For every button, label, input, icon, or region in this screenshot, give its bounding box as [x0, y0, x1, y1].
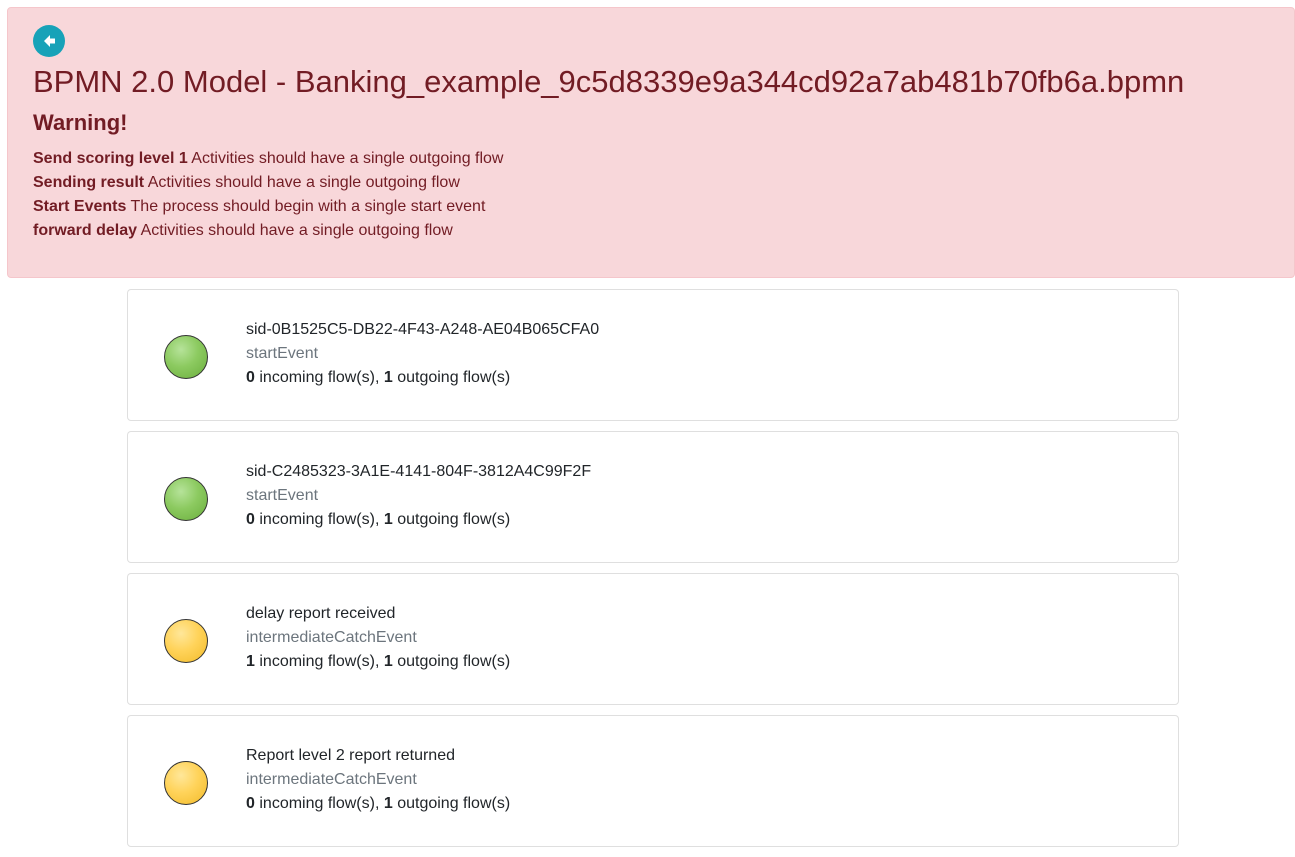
warning-message: Activities should have a single outgoing… [140, 222, 453, 239]
warning-item: Send scoring level 1 Activities should h… [33, 147, 1294, 171]
element-card: delay report received intermediateCatchE… [127, 573, 1179, 705]
warning-subject: forward delay [33, 222, 138, 239]
warning-heading: Warning! [33, 110, 128, 135]
element-name: Report level 2 report returned [246, 747, 455, 764]
outgoing-count: 1 [383, 369, 393, 386]
back-button[interactable] [33, 25, 65, 57]
outgoing-count: 1 [383, 795, 393, 812]
element-type: startEvent [246, 345, 319, 362]
arrow-left-icon [44, 35, 55, 47]
warning-item: Start Events The process should begin wi… [33, 195, 1294, 219]
incoming-count: 1 [246, 653, 255, 670]
incoming-count: 0 [246, 511, 255, 528]
element-list: sid-0B1525C5-DB22-4F43-A248-AE04B065CFA0… [127, 289, 1179, 857]
incoming-label: incoming flow(s), [259, 653, 380, 670]
element-details: sid-0B1525C5-DB22-4F43-A248-AE04B065CFA0… [246, 318, 599, 390]
incoming-label: incoming flow(s), [259, 511, 380, 528]
element-details: sid-C2485323-3A1E-4141-804F-3812A4C99F2F… [246, 460, 591, 532]
incoming-count: 0 [246, 795, 255, 812]
warning-subject: Start Events [33, 198, 127, 215]
element-flows: 0 incoming flow(s), 1 outgoing flow(s) [246, 366, 599, 390]
warning-item: forward delay Activities should have a s… [33, 219, 1294, 243]
element-details: delay report received intermediateCatchE… [246, 602, 510, 674]
warning-subject: Sending result [33, 174, 145, 191]
start-event-icon [164, 477, 208, 521]
element-type: intermediateCatchEvent [246, 771, 417, 788]
warning-message: Activities should have a single outgoing… [147, 174, 460, 191]
warning-message: Activities should have a single outgoing… [191, 150, 504, 167]
warning-item: Sending result Activities should have a … [33, 171, 1294, 195]
outgoing-count: 1 [383, 511, 393, 528]
element-card: Report level 2 report returned intermedi… [127, 715, 1179, 847]
element-type: startEvent [246, 487, 319, 504]
intermediate-event-icon [164, 761, 208, 805]
incoming-label: incoming flow(s), [259, 795, 380, 812]
warning-subject: Send scoring level 1 [33, 150, 188, 167]
element-name: delay report received [246, 605, 396, 622]
outgoing-label: outgoing flow(s) [397, 511, 511, 528]
outgoing-label: outgoing flow(s) [397, 369, 511, 386]
outgoing-label: outgoing flow(s) [397, 795, 511, 812]
element-flows: 0 incoming flow(s), 1 outgoing flow(s) [246, 508, 591, 532]
outgoing-count: 1 [383, 653, 393, 670]
warning-list: Send scoring level 1 Activities should h… [33, 147, 1294, 243]
incoming-label: incoming flow(s), [259, 369, 380, 386]
warning-message: The process should begin with a single s… [130, 198, 486, 215]
element-card: sid-C2485323-3A1E-4141-804F-3812A4C99F2F… [127, 431, 1179, 563]
outgoing-label: outgoing flow(s) [397, 653, 511, 670]
start-event-icon [164, 335, 208, 379]
element-name: sid-C2485323-3A1E-4141-804F-3812A4C99F2F [246, 463, 592, 480]
element-flows: 1 incoming flow(s), 1 outgoing flow(s) [246, 650, 510, 674]
element-flows: 0 incoming flow(s), 1 outgoing flow(s) [246, 792, 510, 816]
element-type: intermediateCatchEvent [246, 629, 417, 646]
incoming-count: 0 [246, 369, 255, 386]
page-title: BPMN 2.0 Model - Banking_example_9c5d833… [33, 64, 1185, 99]
element-name: sid-0B1525C5-DB22-4F43-A248-AE04B065CFA0 [246, 321, 600, 338]
element-card: sid-0B1525C5-DB22-4F43-A248-AE04B065CFA0… [127, 289, 1179, 421]
intermediate-event-icon [164, 619, 208, 663]
warning-alert: BPMN 2.0 Model - Banking_example_9c5d833… [7, 7, 1295, 278]
element-details: Report level 2 report returned intermedi… [246, 744, 510, 816]
